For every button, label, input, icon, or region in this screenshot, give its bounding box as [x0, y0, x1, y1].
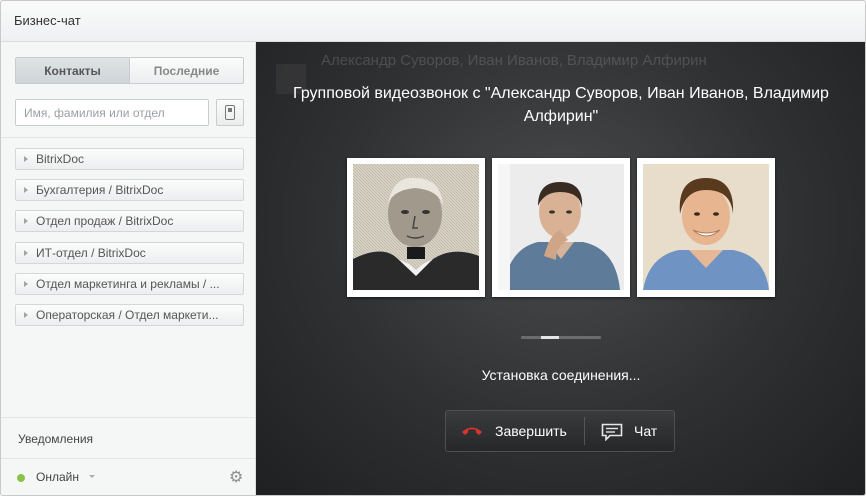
connection-progress-indicator	[521, 336, 601, 339]
expand-arrow-icon	[24, 156, 28, 162]
portrait-photo	[498, 164, 624, 290]
gear-icon[interactable]: ⚙	[229, 470, 243, 486]
group-label: Отдел маркетинга и рекламы / ...	[36, 276, 220, 291]
group-item[interactable]: Отдел маркетинга и рекламы / ...	[15, 272, 244, 295]
search-input[interactable]	[15, 99, 209, 126]
call-title: Групповой видеозвонок с "Александр Сувор…	[293, 85, 829, 125]
expand-arrow-icon	[24, 218, 28, 225]
expand-arrow-icon	[24, 249, 28, 256]
end-call-button[interactable]: Завершить	[446, 411, 584, 451]
group-list: BitrixDoc Бухгалтерия / BitrixDoc Отдел …	[15, 148, 244, 335]
group-item[interactable]: Бухгалтерия / BitrixDoc	[15, 179, 244, 202]
video-call-overlay: Александр Суворов, Иван Иванов, Владимир…	[256, 42, 865, 495]
chat-button[interactable]: Чат	[585, 411, 675, 451]
end-call-label: Завершить	[495, 423, 567, 439]
mobile-phone-icon	[225, 105, 235, 120]
status-bar: Онлайн ⚙	[1, 458, 255, 495]
expand-arrow-icon	[24, 311, 28, 318]
participant-photo-ivanov	[492, 158, 630, 297]
portrait-engraving	[353, 164, 479, 290]
group-item[interactable]: BitrixDoc	[15, 148, 244, 170]
online-status-dot	[17, 474, 25, 482]
hangup-phone-icon	[462, 427, 482, 435]
window-title: Бизнес-чат	[14, 13, 81, 28]
group-item[interactable]: Операторская / Отдел маркети...	[15, 303, 244, 326]
group-label: Бухгалтерия / BitrixDoc	[36, 183, 164, 198]
status-selector[interactable]: Онлайн	[36, 470, 79, 484]
title-bar: Бизнес-чат	[1, 1, 865, 42]
participant-photos	[347, 158, 777, 298]
phone-button[interactable]	[216, 99, 244, 126]
contacts-sidebar: Контакты Последние BitrixDoc Бухгалтерия…	[1, 42, 256, 495]
business-chat-window: Бизнес-чат Контакты Последние BitrixDoc …	[0, 0, 866, 496]
group-item[interactable]: ИТ-отдел / BitrixDoc	[15, 241, 244, 264]
group-label: ИТ-отдел / BitrixDoc	[36, 245, 146, 260]
divider	[1, 137, 255, 138]
group-label: BitrixDoc	[36, 152, 85, 166]
expand-arrow-icon	[24, 187, 28, 194]
tab-contacts[interactable]: Контакты	[15, 57, 129, 84]
progress-indicator-segment	[541, 336, 559, 339]
group-item[interactable]: Отдел продаж / BitrixDoc	[15, 210, 244, 233]
participant-photo-suvorov	[347, 158, 485, 297]
group-label: Отдел продаж / BitrixDoc	[36, 214, 174, 229]
expand-arrow-icon	[24, 280, 28, 287]
notifications-label: Уведомления	[18, 432, 94, 446]
tab-recent[interactable]: Последние	[129, 57, 244, 84]
search-row	[15, 99, 244, 126]
portrait-photo	[643, 164, 769, 290]
chat-label: Чат	[634, 423, 658, 439]
call-controls: Завершить Чат	[445, 410, 675, 452]
participant-photo-alfirin	[637, 158, 775, 297]
background-chat-title: Александр Суворов, Иван Иванов, Владимир…	[321, 52, 707, 69]
sidebar-tabs: Контакты Последние	[15, 57, 244, 84]
chevron-down-icon[interactable]	[89, 475, 95, 478]
chat-bubble-icon	[601, 423, 623, 441]
notifications-link[interactable]: Уведомления	[1, 417, 255, 458]
connection-status: Установка соединения...	[481, 367, 641, 383]
group-label: Операторская / Отдел маркети...	[36, 307, 219, 322]
